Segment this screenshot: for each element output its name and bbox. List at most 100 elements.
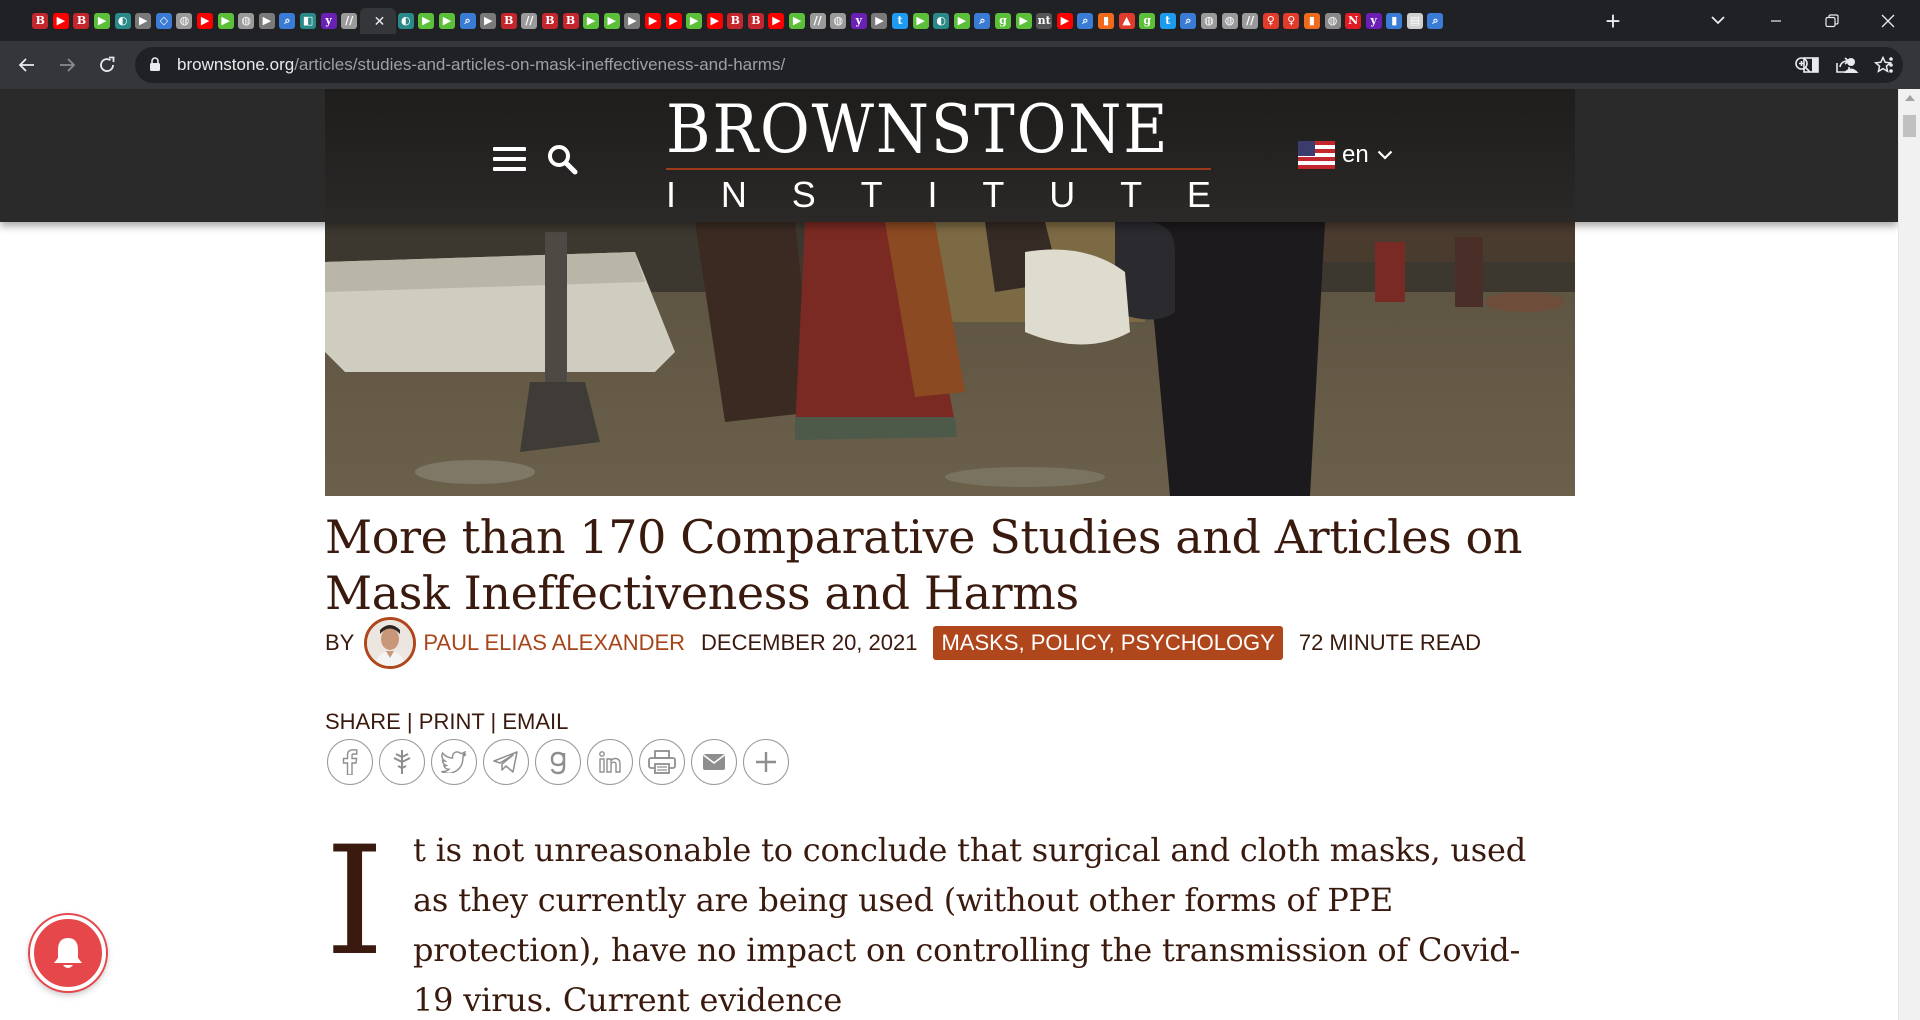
browser-tab[interactable]: ▮ <box>1096 8 1117 34</box>
browser-tab[interactable]: ◍ <box>828 8 849 34</box>
browser-tab[interactable]: ⌕ <box>457 8 478 34</box>
new-tab-button[interactable]: + <box>1598 6 1628 36</box>
browser-tab[interactable]: B <box>498 8 519 34</box>
close-window-button[interactable] <box>1860 0 1916 41</box>
browser-tab[interactable]: ▲ <box>1116 8 1137 34</box>
browser-tab[interactable]: B <box>30 8 51 34</box>
browser-tab[interactable]: ▶ <box>1013 8 1034 34</box>
browser-tab[interactable]: ▶ <box>910 8 931 34</box>
browser-tab[interactable]: ▶ <box>133 8 154 34</box>
browser-tab[interactable]: ▶ <box>869 8 890 34</box>
browser-tab[interactable]: ◍ <box>174 8 195 34</box>
browser-tab[interactable]: ▶ <box>663 8 684 34</box>
brownstone-logo[interactable]: BROWNSTONE INSTITUTE <box>666 97 1211 213</box>
side-panel-button[interactable] <box>1795 49 1827 81</box>
language-selector[interactable]: en <box>1298 141 1393 169</box>
browser-tab[interactable]: B <box>540 8 561 34</box>
minimize-button[interactable] <box>1748 0 1804 41</box>
browser-tab[interactable]: y <box>318 8 339 34</box>
browser-tab[interactable]: ⌕ <box>972 8 993 34</box>
browser-tab[interactable]: B <box>560 8 581 34</box>
browser-tab[interactable]: B <box>746 8 767 34</box>
print-share-button[interactable] <box>639 739 685 785</box>
browser-tab[interactable]: ▮ <box>1384 8 1405 34</box>
browser-tab[interactable]: nt <box>1034 8 1055 34</box>
menu-button[interactable] <box>493 147 526 172</box>
browser-tab[interactable]: B <box>725 8 746 34</box>
profile-button[interactable] <box>1835 49 1867 81</box>
browser-tab[interactable]: ▶ <box>1055 8 1076 34</box>
email-share-button[interactable] <box>691 739 737 785</box>
browser-tab[interactable]: ♀ <box>1281 8 1302 34</box>
tab-search-button[interactable] <box>1704 6 1732 34</box>
scroll-thumb[interactable] <box>1903 115 1916 137</box>
close-tab-icon[interactable]: ✕ <box>374 13 386 30</box>
browser-tab[interactable]: ◍ <box>1199 8 1220 34</box>
browser-tab[interactable]: ▶ <box>581 8 602 34</box>
notification-bell-button[interactable] <box>30 915 106 991</box>
browser-tab[interactable]: ▤ <box>1405 8 1426 34</box>
active-tab[interactable]: ✕ <box>359 8 396 34</box>
author-link[interactable]: PAUL ELIAS ALEXANDER <box>423 630 685 656</box>
browser-tab[interactable]: ▶ <box>257 8 278 34</box>
browser-tab[interactable]: ▮ <box>1302 8 1323 34</box>
browser-tab[interactable]: ⌕ <box>1075 8 1096 34</box>
browser-tab[interactable]: ◧ <box>298 8 319 34</box>
print-link[interactable]: PRINT <box>419 709 485 734</box>
reload-button[interactable] <box>91 49 123 81</box>
tags-badge[interactable]: MASKS, POLICY, PSYCHOLOGY <box>933 626 1283 660</box>
browser-tab[interactable]: ◐ <box>396 8 417 34</box>
telegram-share-button[interactable] <box>483 739 529 785</box>
more-share-button[interactable] <box>743 739 789 785</box>
browser-tab[interactable]: ▶ <box>478 8 499 34</box>
browser-tab[interactable]: ♀ <box>1260 8 1281 34</box>
email-link[interactable]: EMAIL <box>502 709 568 734</box>
address-bar[interactable]: brownstone.org/articles/studies-and-arti… <box>135 47 1903 83</box>
browser-tab[interactable]: N <box>1343 8 1364 34</box>
browser-tab[interactable]: ▶ <box>766 8 787 34</box>
browser-tab[interactable]: // <box>339 8 360 34</box>
author-avatar[interactable] <box>364 617 417 669</box>
browser-tab[interactable]: ▶ <box>704 8 725 34</box>
browser-tab[interactable]: ⌕ <box>1425 8 1446 34</box>
scroll-up-arrow[interactable] <box>1905 95 1915 101</box>
browser-tab[interactable]: ▶ <box>684 8 705 34</box>
browser-tab[interactable]: ▶ <box>622 8 643 34</box>
browser-tab[interactable]: ◐ <box>931 8 952 34</box>
browser-tab[interactable]: ▶ <box>195 8 216 34</box>
browser-tab[interactable]: B <box>71 8 92 34</box>
browser-tab[interactable]: ▶ <box>416 8 437 34</box>
page-scrollbar[interactable] <box>1898 89 1920 1020</box>
browser-tab[interactable]: ◇ <box>154 8 175 34</box>
browser-tab[interactable]: t <box>1157 8 1178 34</box>
back-button[interactable] <box>11 49 43 81</box>
url-text[interactable]: brownstone.org/articles/studies-and-arti… <box>177 55 785 75</box>
facebook-share-button[interactable] <box>327 739 373 785</box>
browser-tab[interactable]: y <box>849 8 870 34</box>
browser-tab[interactable]: ▶ <box>952 8 973 34</box>
browser-tab[interactable]: t <box>890 8 911 34</box>
browser-tab[interactable]: ▶ <box>215 8 236 34</box>
browser-tab[interactable]: // <box>807 8 828 34</box>
browser-tab[interactable]: ◐ <box>112 8 133 34</box>
share-link[interactable]: SHARE <box>325 709 401 734</box>
browser-tab[interactable]: g <box>993 8 1014 34</box>
browser-tab[interactable]: ▶ <box>437 8 458 34</box>
lock-icon[interactable] <box>149 57 161 72</box>
browser-tab[interactable]: ◍ <box>236 8 257 34</box>
browser-tab[interactable]: ⌕ <box>277 8 298 34</box>
browser-tab[interactable]: ◍ <box>1322 8 1343 34</box>
browser-tab[interactable]: ▶ <box>787 8 808 34</box>
linkedin-share-button[interactable] <box>587 739 633 785</box>
forward-button[interactable] <box>51 49 83 81</box>
browser-tab[interactable]: ▶ <box>601 8 622 34</box>
browser-tab[interactable]: ⌕ <box>1178 8 1199 34</box>
browser-tab[interactable]: g <box>1137 8 1158 34</box>
browser-tab[interactable]: y <box>1363 8 1384 34</box>
browser-tab[interactable]: // <box>519 8 540 34</box>
gettr-share-button[interactable] <box>379 739 425 785</box>
site-search-button[interactable] <box>546 143 578 175</box>
browser-tab[interactable]: ▶ <box>51 8 72 34</box>
browser-menu-button[interactable] <box>1875 49 1907 81</box>
gab-share-button[interactable] <box>535 739 581 785</box>
